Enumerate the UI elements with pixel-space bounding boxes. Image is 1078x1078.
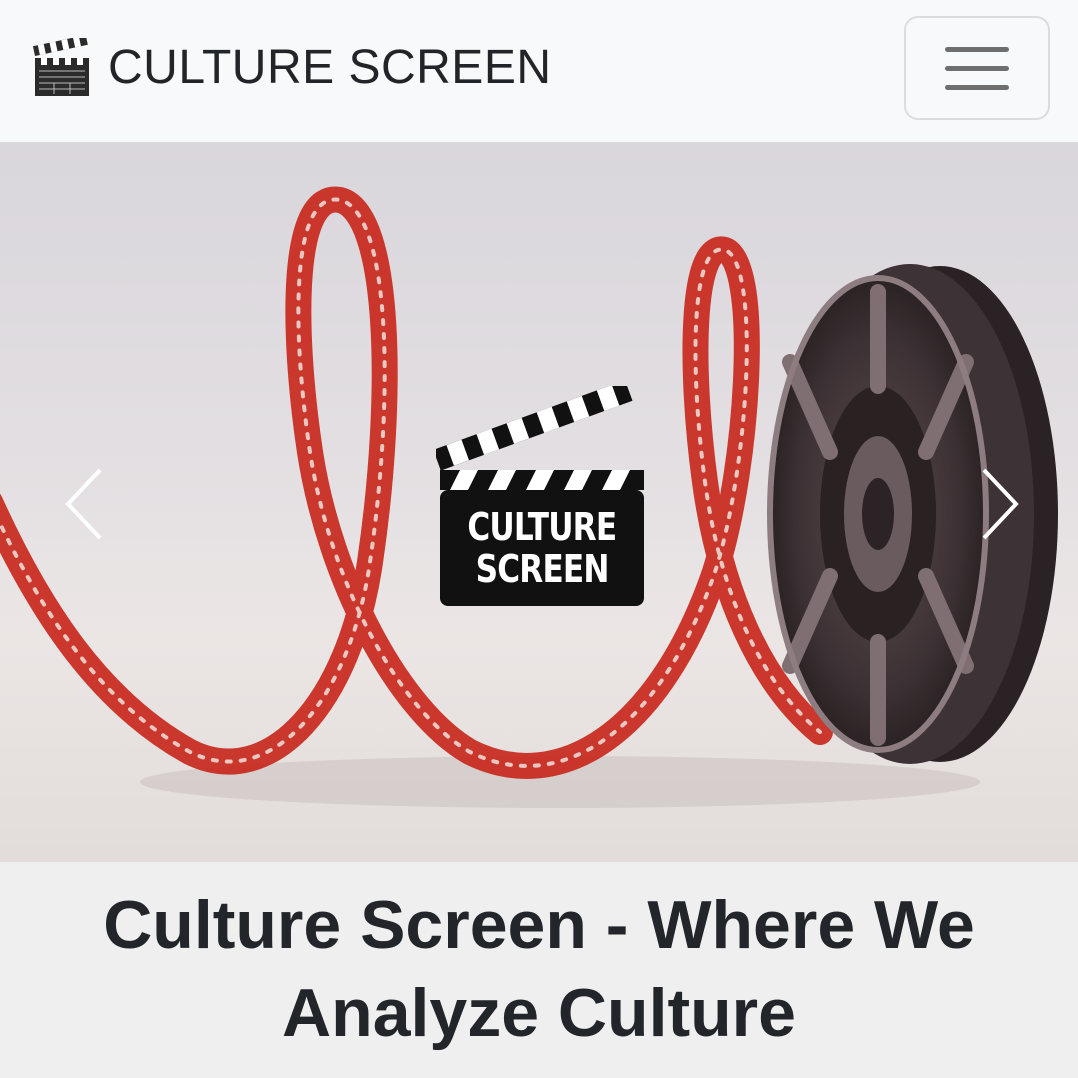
logo-text-block: CULTURE SCREEN (440, 492, 644, 604)
carousel-prev-button[interactable] (54, 464, 114, 544)
logo-line-2: SCREEN (475, 547, 609, 591)
clapperboard-icon (32, 38, 89, 96)
page-title: Culture Screen - Where We Analyze Cultur… (103, 887, 975, 1051)
hero-carousel: CULTURE SCREEN (0, 142, 1078, 862)
chevron-left-icon (65, 468, 102, 540)
brand-link[interactable]: CULTURE SCREEN (32, 36, 552, 100)
hero-caption: Culture Screen - Where We Analyze Cultur… (0, 862, 1078, 1078)
hamburger-menu-icon-bar (945, 65, 1009, 71)
logo-line-1: CULTURE (467, 505, 618, 549)
hamburger-menu-icon (945, 46, 1009, 52)
carousel-next-button[interactable] (970, 464, 1030, 544)
navbar-menu-toggle[interactable] (904, 16, 1050, 120)
hamburger-menu-icon-bar (945, 84, 1009, 90)
navbar: CULTURE SCREEN (0, 0, 1078, 142)
chevron-right-icon (982, 468, 1019, 540)
culture-screen-logo: CULTURE SCREEN (436, 386, 648, 616)
brand-title: CULTURE SCREEN (108, 41, 552, 94)
